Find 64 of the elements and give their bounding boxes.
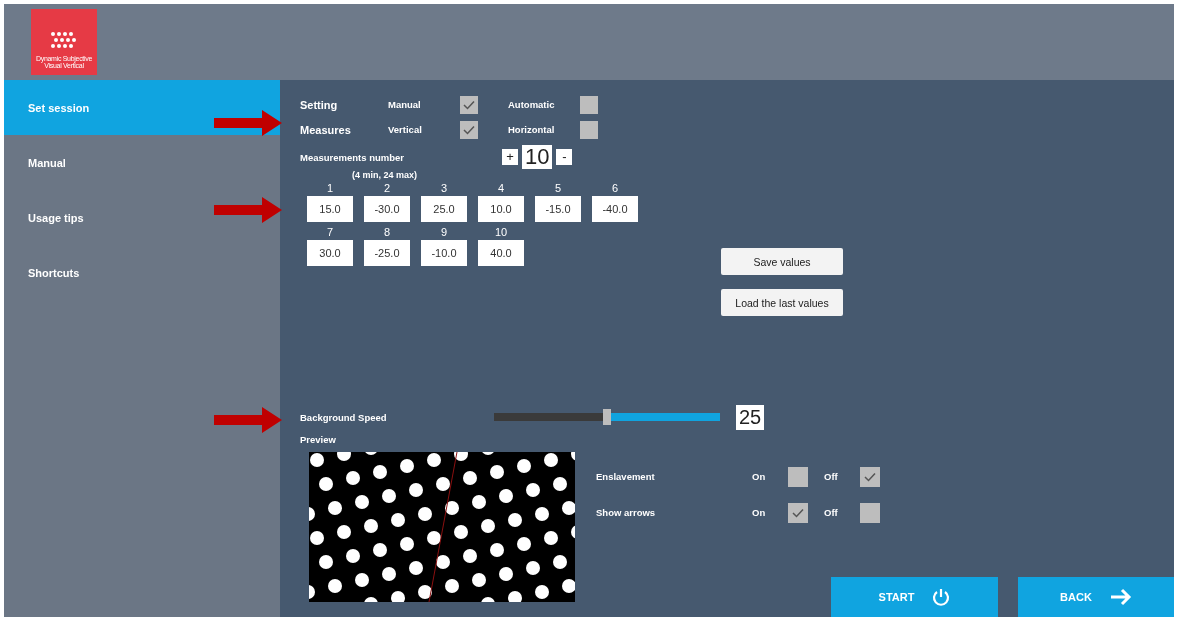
- value-field[interactable]: 15.0: [307, 196, 353, 222]
- option-label: Manual: [388, 99, 422, 110]
- speed-value: 25: [736, 404, 765, 430]
- value-field[interactable]: 40.0: [478, 240, 524, 266]
- checkbox[interactable]: [580, 120, 598, 139]
- checkbox[interactable]: [460, 95, 478, 114]
- option-label: Vertical: [388, 124, 423, 135]
- measurement-index: 1: [326, 181, 334, 196]
- value-field[interactable]: -25.0: [364, 240, 410, 266]
- arrow-right-icon: [1109, 588, 1132, 606]
- row-label: Setting: [300, 98, 339, 111]
- checkmark-icon: [463, 99, 475, 110]
- sidebar-item[interactable]: Shortcuts: [4, 245, 280, 300]
- option-label: Automatic: [508, 99, 556, 110]
- measurement-index: 8: [383, 225, 391, 240]
- preview-label: Preview: [300, 433, 337, 447]
- dots-icon: [49, 29, 79, 50]
- measurement-index: 4: [497, 181, 505, 196]
- arrow-icon: [214, 197, 282, 223]
- value-field[interactable]: -10.0: [421, 240, 467, 266]
- value-field[interactable]: -15.0: [535, 196, 581, 222]
- toggle-label: Enslavement: [596, 471, 656, 482]
- checkbox[interactable]: [788, 502, 808, 523]
- decrement-button[interactable]: -: [556, 149, 573, 165]
- option-label: Off: [824, 507, 839, 518]
- measurement-index: 10: [494, 225, 508, 240]
- value-field[interactable]: 10.0: [478, 196, 524, 222]
- sidebar-item[interactable]: Usage tips: [4, 190, 280, 245]
- measurements-value: 10: [522, 145, 553, 169]
- speed-label: Background Speed: [300, 411, 388, 423]
- checkbox[interactable]: [788, 466, 808, 487]
- checkbox[interactable]: [580, 95, 598, 114]
- measurement-index: 6: [611, 181, 619, 196]
- toggle-label: Show arrows: [596, 507, 657, 518]
- option-label: Off: [824, 471, 839, 482]
- slider-thumb[interactable]: [603, 409, 611, 425]
- value-field[interactable]: -30.0: [364, 196, 410, 222]
- checkbox[interactable]: [860, 466, 880, 487]
- checkmark-icon: [864, 471, 876, 482]
- measurement-index: 9: [440, 225, 448, 240]
- measurement-index: 5: [554, 181, 562, 196]
- arrow-icon: [214, 407, 282, 433]
- measurement-index: 2: [383, 181, 391, 196]
- measurements-label: Measurements number: [300, 151, 405, 163]
- checkbox[interactable]: [860, 502, 880, 523]
- increment-button[interactable]: +: [502, 149, 518, 165]
- option-label: On: [752, 507, 767, 518]
- value-field[interactable]: 30.0: [307, 240, 353, 266]
- sidebar-item[interactable]: Manual: [4, 135, 280, 190]
- checkmark-icon: [792, 507, 804, 518]
- value-field[interactable]: 25.0: [421, 196, 467, 222]
- action-button[interactable]: Load the last values: [721, 289, 843, 316]
- checkbox[interactable]: [460, 120, 478, 139]
- option-label: Horizontal: [508, 124, 556, 135]
- value-field[interactable]: -40.0: [592, 196, 638, 222]
- power-icon: [932, 588, 951, 606]
- action-button[interactable]: Save values: [721, 248, 843, 275]
- option-label: On: [752, 471, 767, 482]
- range-hint: (4 min, 24 max): [352, 170, 419, 180]
- row-label: Measures: [300, 123, 352, 136]
- measurement-index: 7: [326, 225, 334, 240]
- checkmark-icon: [463, 124, 475, 135]
- measurement-index: 3: [440, 181, 448, 196]
- arrow-icon: [214, 110, 282, 136]
